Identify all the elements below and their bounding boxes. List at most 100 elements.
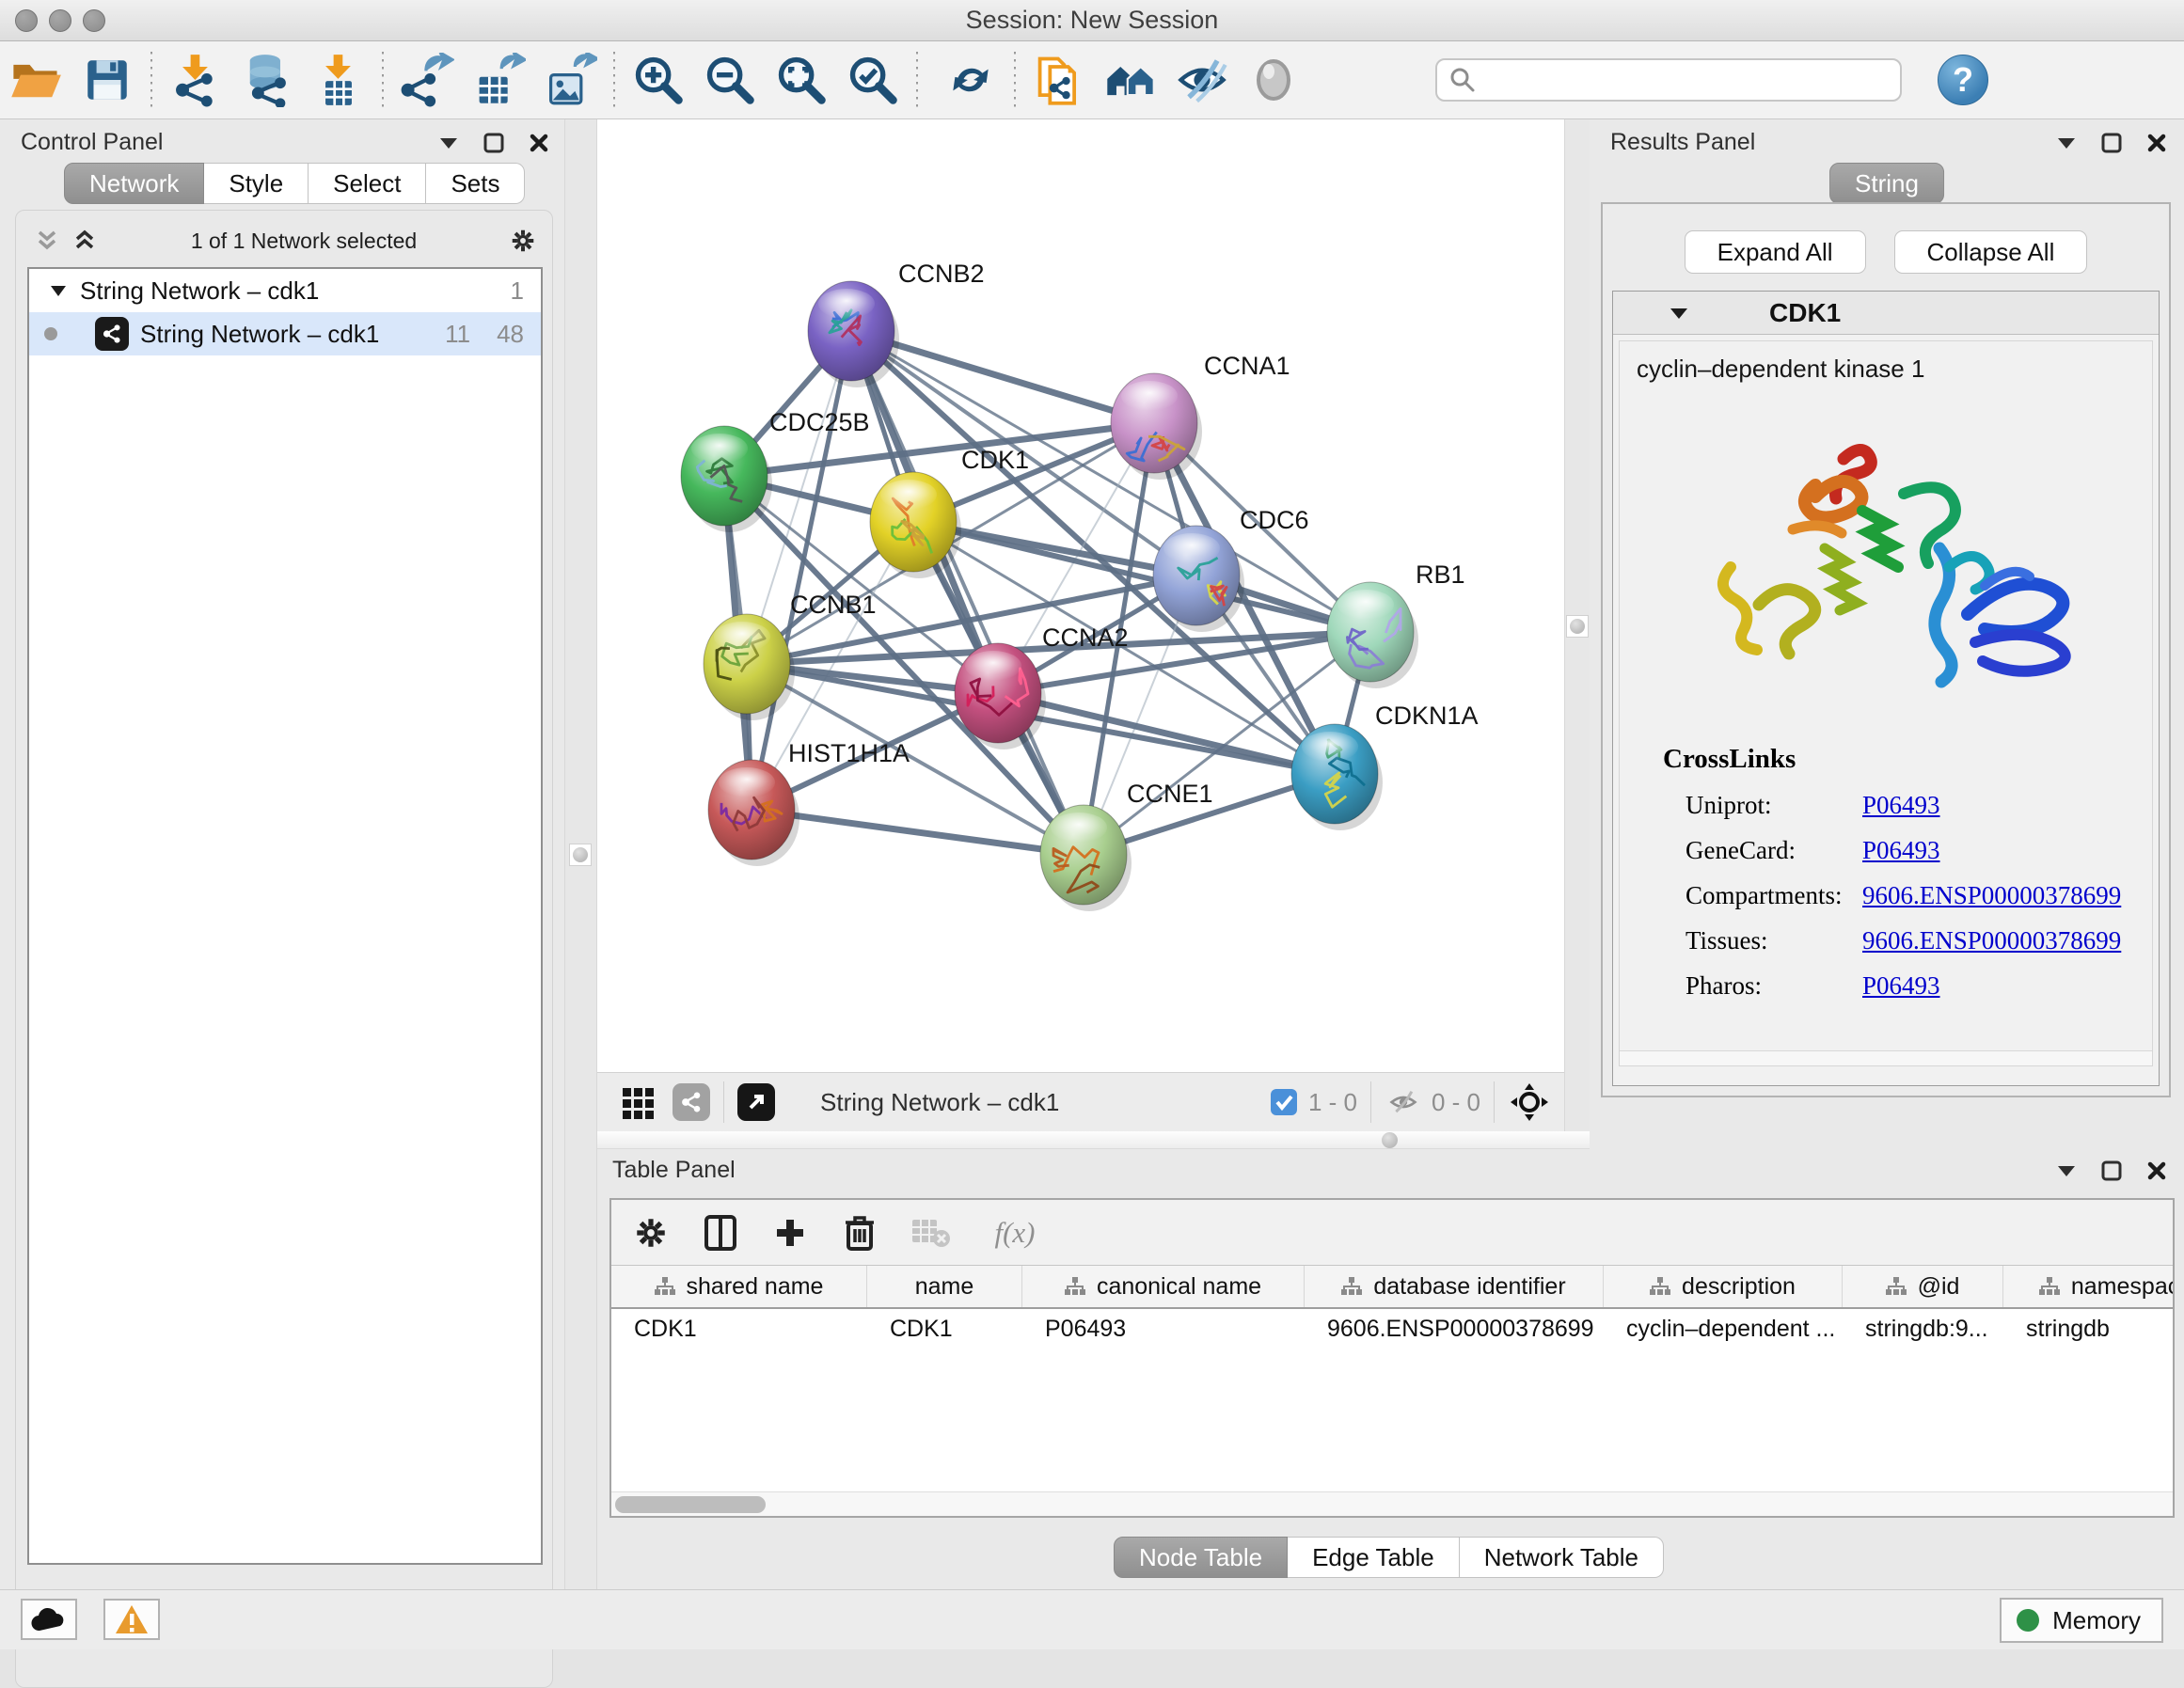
left-splitter-handle[interactable] — [569, 844, 592, 866]
network-edge[interactable] — [998, 693, 1335, 774]
table-cell: cyclin–dependent ... — [1604, 1316, 1843, 1343]
network-edge[interactable] — [752, 810, 1084, 855]
column-header-name[interactable]: name — [867, 1266, 1022, 1307]
panel-menu-button[interactable] — [2054, 131, 2079, 155]
tab-edge-table[interactable]: Edge Table — [1288, 1537, 1460, 1578]
column-header-canonical-name[interactable]: canonical name — [1022, 1266, 1305, 1307]
table-row[interactable]: CDK1CDK1P064939606.ENSP00000378699cyclin… — [611, 1309, 2173, 1349]
collapse-all-button[interactable]: Collapse All — [1894, 230, 2088, 274]
tab-node-table[interactable]: Node Table — [1114, 1537, 1288, 1578]
selected-checkbox-icon[interactable] — [1269, 1087, 1299, 1117]
crosslink-link[interactable]: 9606.ENSP00000378699 — [1862, 881, 2121, 910]
show-hidden-button[interactable] — [1238, 46, 1309, 114]
panel-float-button[interactable] — [2099, 131, 2124, 155]
table-scrollbar[interactable] — [611, 1491, 2173, 1516]
table-scrollbar-thumb[interactable] — [615, 1496, 766, 1513]
detach-view-button[interactable] — [737, 1083, 775, 1121]
panel-menu-button[interactable] — [436, 131, 461, 155]
crosslink-link[interactable]: 9606.ENSP00000378699 — [1862, 926, 2121, 955]
tab-style[interactable]: Style — [204, 163, 309, 204]
node-description: cyclin–dependent kinase 1 — [1637, 355, 2152, 384]
panel-close-button[interactable] — [2144, 1159, 2169, 1183]
hide-selected-button[interactable] — [1166, 46, 1238, 114]
birds-eye-toggle-button[interactable] — [1508, 1081, 1551, 1124]
panel-close-button[interactable] — [527, 131, 551, 155]
network-view-type-button[interactable] — [673, 1083, 710, 1121]
clone-network-button[interactable] — [1023, 46, 1095, 114]
expand-all-button[interactable]: Expand All — [1685, 230, 1866, 274]
export-table-icon — [471, 53, 526, 107]
network-canvas[interactable]: CCNB2CCNA1CDC25BCDK1CDC6RB1CCNB1CCNA2CDK… — [597, 119, 1564, 1072]
network-node-ccna1[interactable]: CCNA1 — [1111, 352, 1290, 480]
crosslink-link[interactable]: P06493 — [1862, 791, 1940, 820]
export-network-button[interactable] — [391, 46, 463, 114]
import-network-from-file-button[interactable] — [160, 46, 231, 114]
export-table-button[interactable] — [463, 46, 534, 114]
horizontal-splitter-handle[interactable] — [1382, 1132, 1398, 1148]
warnings-button[interactable] — [103, 1599, 160, 1640]
hidden-eye-icon[interactable] — [1385, 1086, 1422, 1118]
save-session-button[interactable] — [71, 46, 143, 114]
search-input[interactable] — [1477, 67, 1881, 93]
network-node-ccne1[interactable]: CCNE1 — [1040, 780, 1213, 911]
tab-sets[interactable]: Sets — [426, 163, 525, 204]
left-splitter[interactable] — [564, 119, 597, 1589]
tab-select[interactable]: Select — [309, 163, 426, 204]
column-header-database-identifier[interactable]: database identifier — [1305, 1266, 1604, 1307]
collection-count: 1 — [511, 276, 524, 306]
panel-close-button[interactable] — [2144, 131, 2169, 155]
column-header--id[interactable]: @id — [1843, 1266, 2003, 1307]
import-table-from-file-button[interactable] — [303, 46, 374, 114]
network-edge[interactable] — [752, 331, 851, 810]
zoom-out-button[interactable] — [694, 46, 766, 114]
cloud-status-button[interactable] — [21, 1599, 77, 1640]
apply-layout-button[interactable] — [935, 46, 1006, 114]
show-columns-button[interactable] — [702, 1214, 739, 1252]
external-link-icon — [745, 1091, 768, 1113]
zoom-in-button[interactable] — [623, 46, 694, 114]
import-network-from-database-button[interactable] — [231, 46, 303, 114]
network-node-hist1h1a[interactable]: HIST1H1A — [708, 739, 910, 866]
right-splitter-handle[interactable] — [1566, 615, 1589, 638]
tab-network[interactable]: Network — [64, 163, 204, 204]
zoom-fit-button[interactable] — [766, 46, 837, 114]
home-networks-button[interactable] — [1095, 46, 1166, 114]
expand-all-networks-button[interactable] — [72, 229, 97, 253]
network-node-cdkn1a[interactable]: CDKN1A — [1291, 702, 1479, 830]
search-field[interactable] — [1435, 58, 1902, 102]
panel-float-button[interactable] — [482, 131, 506, 155]
grid-mode-button[interactable] — [620, 1083, 657, 1121]
network-node-rb1[interactable]: RB1 — [1327, 560, 1465, 688]
crosslink-label: Compartments: — [1685, 881, 1862, 910]
network-row[interactable]: String Network – cdk1 11 48 — [29, 312, 541, 355]
network-edge[interactable] — [851, 331, 1084, 855]
node-section-header[interactable]: CDK1 — [1613, 292, 2159, 335]
network-collection-row[interactable]: String Network – cdk1 1 — [29, 269, 541, 312]
column-header-shared-name[interactable]: shared name — [611, 1266, 867, 1307]
panel-float-button[interactable] — [2099, 1159, 2124, 1183]
create-column-button[interactable] — [771, 1214, 809, 1252]
collapse-triangle-icon — [1670, 307, 1688, 320]
export-image-icon — [543, 53, 597, 107]
open-session-button[interactable] — [0, 46, 71, 114]
column-header-description[interactable]: description — [1604, 1266, 1843, 1307]
tab-string[interactable]: String — [1829, 163, 1944, 204]
toolbar-separator — [916, 52, 918, 108]
panel-menu-button[interactable] — [2054, 1159, 2079, 1183]
crosslink-link[interactable]: P06493 — [1862, 836, 1940, 865]
network-node-ccnb2[interactable]: CCNB2 — [808, 260, 985, 387]
tab-network-table[interactable]: Network Table — [1460, 1537, 1664, 1578]
delete-column-button[interactable] — [841, 1214, 878, 1252]
collapse-all-networks-button[interactable] — [35, 229, 59, 253]
export-image-button[interactable] — [534, 46, 606, 114]
results-scrollbar[interactable] — [1620, 1050, 2152, 1065]
crosslink-link[interactable]: P06493 — [1862, 971, 1940, 1001]
network-options-gear-button[interactable] — [511, 229, 535, 253]
column-type-icon — [1886, 1277, 1907, 1296]
memory-button[interactable]: Memory — [2000, 1598, 2163, 1643]
column-header-namespace[interactable]: namespace — [2003, 1266, 2173, 1307]
network-selection-status: 1 of 1 Network selected — [97, 229, 511, 254]
zoom-selected-button[interactable] — [837, 46, 909, 114]
help-button[interactable]: ? — [1938, 55, 1988, 105]
table-options-gear-button[interactable] — [632, 1214, 670, 1252]
